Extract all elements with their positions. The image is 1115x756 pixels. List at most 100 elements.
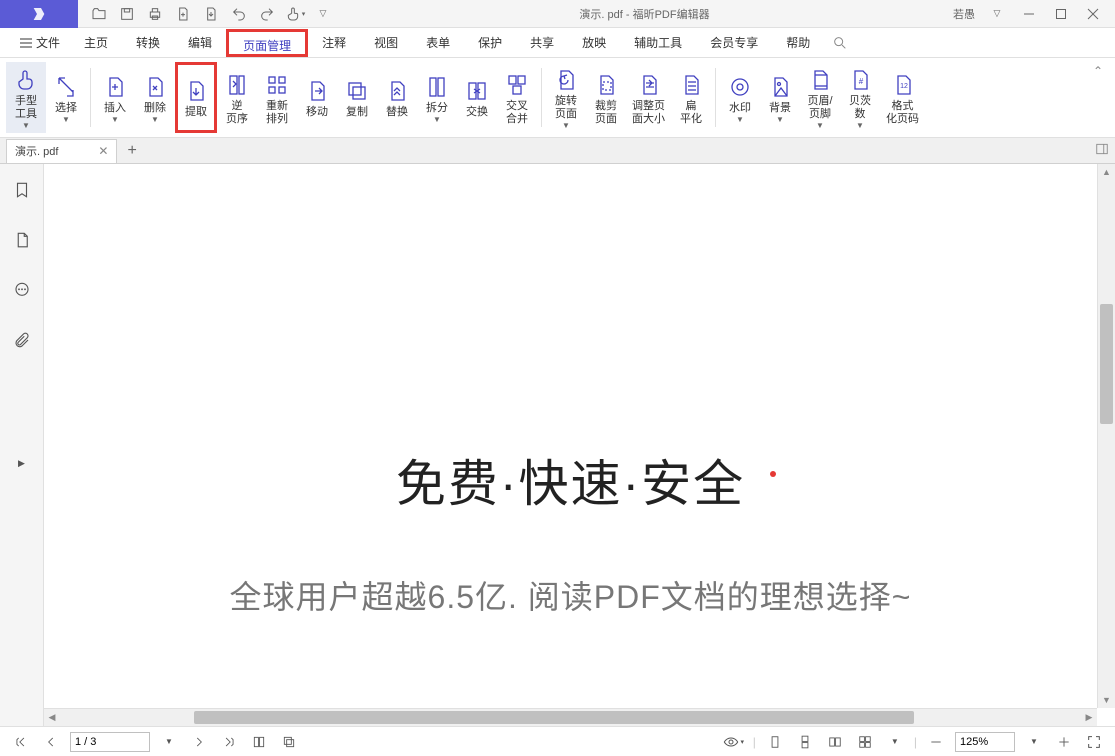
scroll-up-icon[interactable]: ▲: [1098, 164, 1115, 180]
layout-dropdown-icon[interactable]: ▼: [884, 731, 906, 753]
open-icon[interactable]: [86, 2, 112, 26]
file-arrow-icon[interactable]: [198, 2, 224, 26]
menu-tab-2[interactable]: 编辑: [174, 29, 226, 57]
toolbar-btn-15[interactable]: 旋转 页面▼: [546, 62, 586, 133]
svg-text:#: #: [859, 77, 864, 86]
toolbar-btn-22[interactable]: 页眉/ 页脚▼: [800, 62, 840, 133]
toolbar-btn-7[interactable]: 重新 排列: [257, 62, 297, 133]
zoom-input[interactable]: [955, 732, 1015, 752]
comment-icon[interactable]: [10, 278, 34, 302]
next-page-icon[interactable]: [188, 731, 210, 753]
menu-tab-0[interactable]: 主页: [70, 29, 122, 57]
zoom-out-icon[interactable]: [925, 731, 947, 753]
toolbar-btn-13[interactable]: 交叉 合并: [497, 62, 537, 133]
multipage-icon[interactable]: [248, 731, 270, 753]
menu-tab-5[interactable]: 视图: [360, 29, 412, 57]
toolbar-btn-9[interactable]: 复制: [337, 62, 377, 133]
document-tab[interactable]: 演示. pdf ✕: [6, 139, 117, 163]
toolbar-btn-8[interactable]: 移动: [297, 62, 337, 133]
sidebar-expand-icon[interactable]: ▶: [18, 458, 25, 469]
page-dropdown-icon[interactable]: ▼: [158, 731, 180, 753]
save-icon[interactable]: [114, 2, 140, 26]
reading-mode-icon[interactable]: ▾: [723, 731, 745, 753]
tab-close-icon[interactable]: ✕: [98, 144, 108, 158]
toolbar-btn-3[interactable]: 插入▼: [95, 62, 135, 133]
toolbar-btn-1[interactable]: 选择▼: [46, 62, 86, 133]
last-page-icon[interactable]: [218, 731, 240, 753]
toolbar-btn-24[interactable]: 12格式 化页码: [880, 62, 925, 133]
toolbar-btn-4[interactable]: 删除▼: [135, 62, 175, 133]
toolbar-btn-10[interactable]: 替换: [377, 62, 417, 133]
toolbar-icon: [143, 72, 167, 102]
new-tab-icon[interactable]: +: [127, 142, 136, 160]
bookmark-icon[interactable]: [10, 178, 34, 202]
menu-tab-11[interactable]: 会员专享: [696, 29, 772, 57]
minimize-icon[interactable]: [1015, 2, 1043, 26]
user-dropdown-icon[interactable]: ▽: [983, 2, 1011, 26]
scroll-left-icon[interactable]: ◀: [44, 709, 60, 726]
menu-tab-1[interactable]: 转换: [122, 29, 174, 57]
fullscreen-icon[interactable]: [1083, 731, 1105, 753]
toolbar-icon: [184, 76, 208, 106]
vertical-scrollbar[interactable]: ▲ ▼: [1097, 164, 1115, 708]
redo-icon[interactable]: [254, 2, 280, 26]
tabstrip-panel-icon[interactable]: [1095, 142, 1109, 159]
page-input[interactable]: [70, 732, 150, 752]
toolbar-separator: [541, 68, 542, 127]
pages-icon[interactable]: [10, 228, 34, 252]
zoom-in-icon[interactable]: [1053, 731, 1075, 753]
print-icon[interactable]: [142, 2, 168, 26]
menu-file[interactable]: 文件: [10, 34, 70, 51]
layout-continuous-icon[interactable]: [794, 731, 816, 753]
toolbar-btn-23[interactable]: #贝茨 数▼: [840, 62, 880, 133]
layout-single-icon[interactable]: [764, 731, 786, 753]
close-icon[interactable]: [1079, 2, 1107, 26]
toolbar-btn-18[interactable]: 扁 平化: [671, 62, 711, 133]
toolbar-btn-17[interactable]: 调整页 面大小: [626, 62, 671, 133]
toolbar-btn-21[interactable]: 背景▼: [760, 62, 800, 133]
menubar: 文件 主页转换编辑页面管理注释视图表单保护共享放映辅助工具会员专享帮助: [0, 28, 1115, 58]
menu-search-icon[interactable]: [832, 35, 848, 51]
caret-icon: ▼: [736, 115, 744, 124]
menu-tab-10[interactable]: 辅助工具: [620, 29, 696, 57]
attachment-icon[interactable]: [10, 328, 34, 352]
maximize-icon[interactable]: [1047, 2, 1075, 26]
menu-tab-9[interactable]: 放映: [568, 29, 620, 57]
ribbon-collapse-icon[interactable]: ⌃: [1087, 62, 1109, 133]
toolbar-btn-20[interactable]: 水印▼: [720, 62, 760, 133]
horizontal-scrollbar[interactable]: ◀ ▶: [44, 708, 1097, 726]
menu-tab-7[interactable]: 保护: [464, 29, 516, 57]
svg-text:12: 12: [900, 83, 908, 90]
toolbar-label: 贝茨 数: [849, 95, 871, 121]
file-add-icon[interactable]: [170, 2, 196, 26]
copy-icon[interactable]: [278, 731, 300, 753]
zoom-dropdown-icon[interactable]: ▼: [1023, 731, 1045, 753]
menu-tab-6[interactable]: 表单: [412, 29, 464, 57]
layout-facing-icon[interactable]: [824, 731, 846, 753]
horizontal-scrollbar-thumb[interactable]: [194, 711, 914, 724]
toolbar-btn-0[interactable]: 手型 工具▼: [6, 62, 46, 133]
toolbar-btn-12[interactable]: 交换: [457, 62, 497, 133]
qat-more-icon[interactable]: ▽: [310, 2, 336, 26]
toolbar-btn-16[interactable]: 裁剪 页面: [586, 62, 626, 133]
sidebar: ▶: [0, 164, 44, 726]
user-name[interactable]: 若愚: [953, 6, 975, 22]
menu-tab-8[interactable]: 共享: [516, 29, 568, 57]
document-viewport[interactable]: 免费·快速·安全 全球用户超越6.5亿. 阅读PDF文档的理想选择~: [44, 164, 1097, 708]
undo-icon[interactable]: [226, 2, 252, 26]
menu-tab-12[interactable]: 帮助: [772, 29, 824, 57]
prev-page-icon[interactable]: [40, 731, 62, 753]
first-page-icon[interactable]: [10, 731, 32, 753]
scroll-right-icon[interactable]: ▶: [1081, 709, 1097, 726]
toolbar-btn-11[interactable]: 拆分▼: [417, 62, 457, 133]
menu-tab-4[interactable]: 注释: [308, 29, 360, 57]
menu-tab-3[interactable]: 页面管理: [226, 29, 308, 57]
caret-icon: ▼: [111, 115, 119, 124]
vertical-scrollbar-thumb[interactable]: [1100, 304, 1113, 424]
toolbar-btn-5[interactable]: 提取: [175, 62, 217, 133]
app-logo[interactable]: [0, 0, 78, 28]
scroll-down-icon[interactable]: ▼: [1098, 692, 1115, 708]
touch-icon[interactable]: ▾: [282, 2, 308, 26]
layout-grid-icon[interactable]: [854, 731, 876, 753]
toolbar-btn-6[interactable]: 逆 页序: [217, 62, 257, 133]
